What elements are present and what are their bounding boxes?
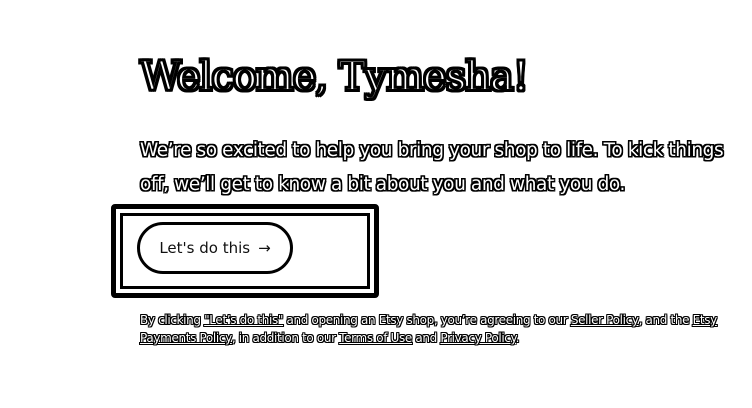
legal-addition: , in addition to our (231, 331, 340, 345)
terms-of-use-link[interactable]: Terms of Use (339, 331, 412, 345)
legal-prefix: By clicking (140, 313, 205, 327)
arrow-right-icon: → (258, 238, 271, 257)
intro-text: We’re so excited to help you bring your … (140, 140, 724, 195)
page-title: Welcome, Tymesha! (139, 53, 530, 101)
legal-and: and (411, 331, 441, 345)
seller-policy-link[interactable]: Seller Policy (571, 313, 639, 327)
lets-do-this-button[interactable]: Let's do this → (137, 222, 293, 274)
privacy-policy-link[interactable]: Privacy Policy (440, 331, 516, 345)
legal-disclaimer: By clicking "Let’s do this" and opening … (140, 311, 730, 347)
legal-and-the: , and the (638, 313, 693, 327)
lets-do-this-link[interactable]: "Let’s do this" (204, 313, 283, 327)
legal-end: . (515, 331, 520, 345)
onboarding-welcome-page: Welcome, Tymesha! We’re so excited to he… (0, 0, 752, 408)
legal-middle: and opening an Etsy shop, you’re agreein… (283, 313, 571, 327)
lets-do-this-label: Let's do this (159, 239, 251, 257)
